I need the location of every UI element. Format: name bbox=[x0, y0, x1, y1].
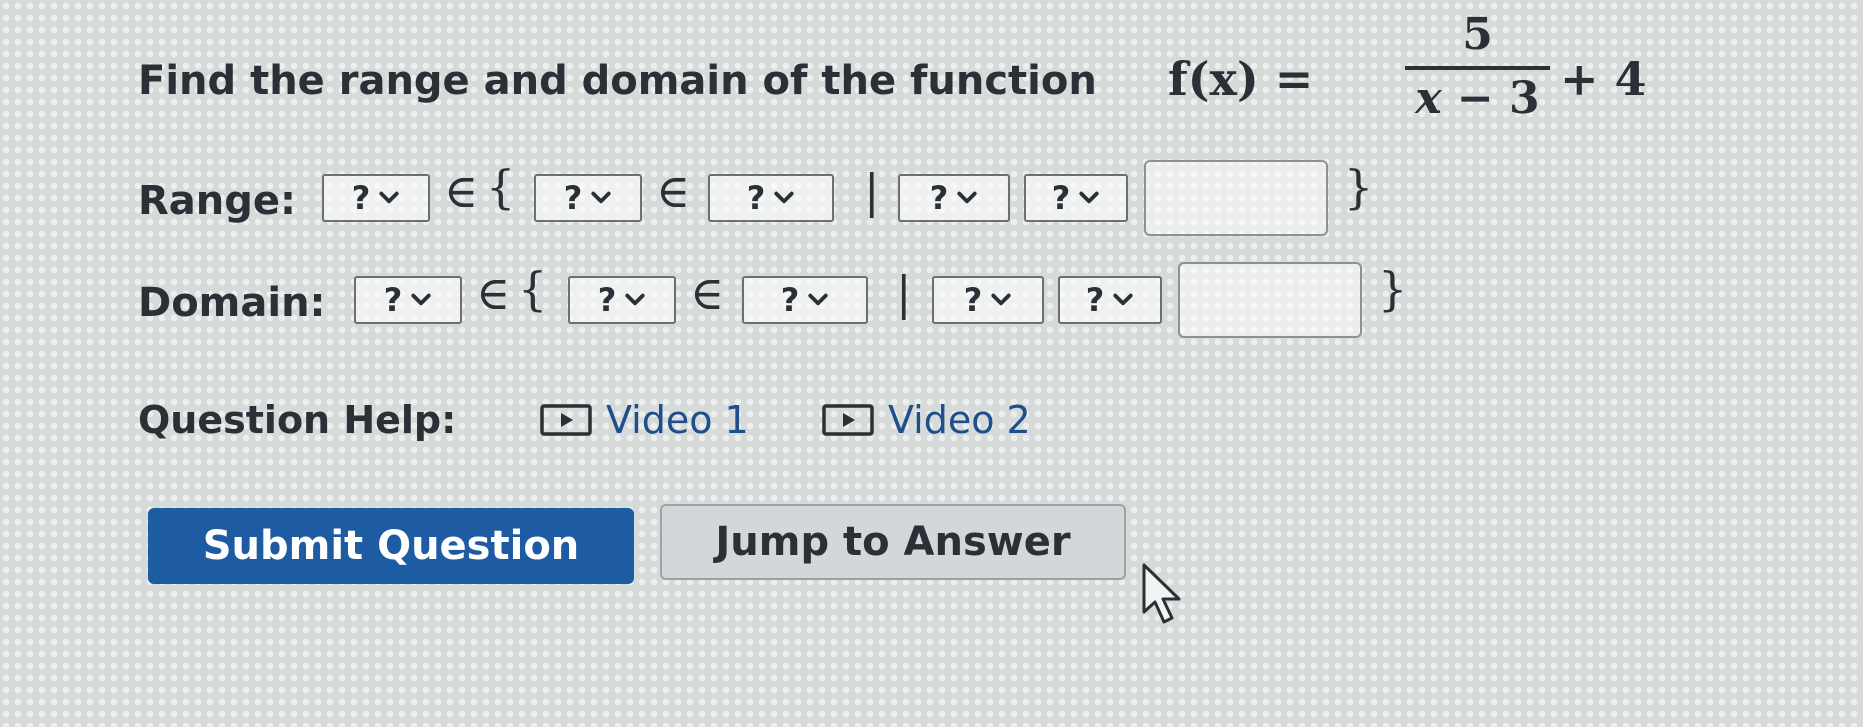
domain-select-2-value: ? bbox=[597, 281, 617, 319]
function-name: f(x) = bbox=[1168, 52, 1314, 106]
chevron-down-icon bbox=[808, 293, 828, 306]
denominator-constant: − 3 bbox=[1456, 73, 1540, 124]
chevron-down-icon bbox=[1079, 191, 1099, 204]
range-select-5-value: ? bbox=[1051, 179, 1071, 217]
range-value-input[interactable] bbox=[1144, 160, 1328, 236]
such-that-bar: | bbox=[864, 164, 880, 218]
close-brace: } bbox=[1378, 262, 1408, 316]
close-brace: } bbox=[1344, 160, 1374, 214]
chevron-down-icon bbox=[774, 191, 794, 204]
range-select-1-value: ? bbox=[351, 179, 371, 217]
question-text: Find the range and domain of the functio… bbox=[138, 58, 1097, 104]
fraction-numerator: 5 bbox=[1462, 9, 1493, 60]
mouse-pointer-icon bbox=[1142, 563, 1181, 624]
function-constant: + 4 bbox=[1560, 52, 1647, 106]
domain-select-1-value: ? bbox=[383, 281, 403, 319]
range-select-4[interactable]: ? bbox=[898, 174, 1010, 222]
fraction-denominator: x − 3 bbox=[1405, 74, 1550, 124]
jump-to-answer-button[interactable]: Jump to Answer bbox=[660, 504, 1126, 580]
range-select-1[interactable]: ? bbox=[322, 174, 430, 222]
chevron-down-icon bbox=[625, 293, 645, 306]
chevron-down-icon bbox=[591, 191, 611, 204]
play-video-icon bbox=[540, 404, 592, 436]
video-1-label: Video 1 bbox=[606, 398, 749, 442]
range-select-4-value: ? bbox=[929, 179, 949, 217]
open-brace: { bbox=[518, 262, 548, 316]
denominator-variable: x bbox=[1415, 73, 1442, 124]
open-brace: { bbox=[486, 160, 516, 214]
chevron-down-icon bbox=[957, 191, 977, 204]
domain-select-5[interactable]: ? bbox=[1058, 276, 1162, 324]
question-help-label: Question Help: bbox=[138, 398, 457, 442]
such-that-bar: | bbox=[896, 266, 912, 320]
video-1-link[interactable]: Video 1 bbox=[540, 398, 749, 442]
domain-value-input[interactable] bbox=[1178, 262, 1362, 338]
domain-select-4[interactable]: ? bbox=[932, 276, 1044, 324]
chevron-down-icon bbox=[379, 191, 399, 204]
domain-label: Domain: bbox=[138, 280, 326, 326]
chevron-down-icon bbox=[1113, 293, 1133, 306]
range-label: Range: bbox=[138, 178, 297, 224]
element-of-symbol: ∈ bbox=[476, 266, 511, 320]
range-select-5[interactable]: ? bbox=[1024, 174, 1128, 222]
range-select-2-value: ? bbox=[563, 179, 583, 217]
fraction-bar bbox=[1405, 66, 1550, 70]
chevron-down-icon bbox=[991, 293, 1011, 306]
domain-select-3[interactable]: ? bbox=[742, 276, 868, 324]
domain-select-5-value: ? bbox=[1085, 281, 1105, 319]
play-video-icon bbox=[822, 404, 874, 436]
range-select-2[interactable]: ? bbox=[534, 174, 642, 222]
video-2-link[interactable]: Video 2 bbox=[822, 398, 1031, 442]
element-of-symbol: ∈ bbox=[444, 164, 479, 218]
domain-select-4-value: ? bbox=[963, 281, 983, 319]
domain-select-3-value: ? bbox=[780, 281, 800, 319]
range-select-3[interactable]: ? bbox=[708, 174, 834, 222]
range-select-3-value: ? bbox=[746, 179, 766, 217]
domain-select-2[interactable]: ? bbox=[568, 276, 676, 324]
submit-question-button[interactable]: Submit Question bbox=[148, 508, 634, 584]
element-of-symbol: ∈ bbox=[656, 164, 691, 218]
domain-select-1[interactable]: ? bbox=[354, 276, 462, 324]
element-of-symbol: ∈ bbox=[690, 266, 725, 320]
chevron-down-icon bbox=[411, 293, 431, 306]
video-2-label: Video 2 bbox=[888, 398, 1031, 442]
fraction: 5 x − 3 bbox=[1405, 10, 1550, 124]
